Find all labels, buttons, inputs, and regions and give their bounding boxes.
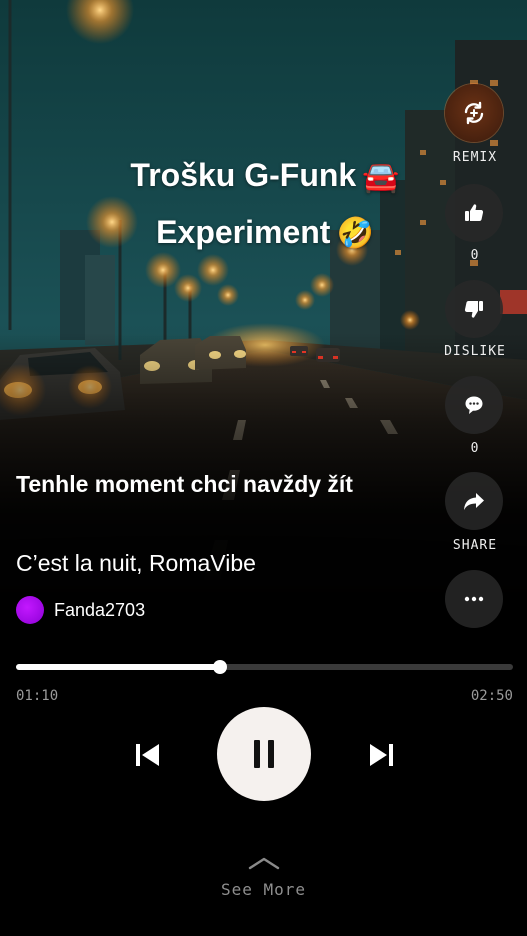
thumbs-down-icon	[464, 301, 483, 318]
remix-icon	[464, 101, 484, 125]
laughing-emoji-icon: 🤣	[336, 217, 374, 251]
progress-handle[interactable]	[212, 660, 227, 674]
song-title-overlay: Trošku G-Funk 🚘 Experiment 🤣	[60, 148, 470, 261]
track-title[interactable]: Tenhle moment chci navždy žít	[16, 469, 376, 500]
pause-icon	[254, 740, 274, 768]
remix-label: REMIX	[452, 150, 498, 165]
more-dots-icon	[464, 596, 484, 602]
see-more-button[interactable]: See More	[0, 880, 527, 899]
avatar	[16, 596, 44, 624]
progress-bar[interactable]	[16, 660, 513, 674]
like-button[interactable]	[445, 184, 503, 242]
artist-names[interactable]: C’est la nuit, RomaVibe	[16, 550, 256, 577]
previous-button[interactable]	[128, 735, 168, 775]
title-line-2: Experiment	[156, 213, 331, 250]
skip-previous-icon	[136, 744, 159, 766]
dislike-button[interactable]	[445, 280, 503, 338]
thumbs-up-icon	[465, 204, 484, 221]
share-button[interactable]	[445, 472, 503, 530]
total-duration: 02:50	[470, 688, 513, 704]
see-more-chevron-up-icon[interactable]	[0, 856, 527, 875]
comment-icon	[465, 396, 483, 414]
play-pause-button[interactable]	[217, 707, 311, 801]
progress-fill	[16, 664, 220, 670]
uploader[interactable]: Fanda2703	[16, 596, 145, 624]
uploader-name: Fanda2703	[54, 599, 146, 620]
title-line-1: Trošku G-Funk	[130, 157, 357, 193]
comment-count: 0	[470, 441, 480, 456]
car-emoji-icon: 🚘	[362, 160, 400, 194]
share-label: SHARE	[452, 538, 498, 553]
remix-button[interactable]	[445, 84, 503, 142]
share-arrow-icon	[464, 493, 484, 510]
dislike-label: DISLIKE	[444, 344, 506, 359]
more-options-button[interactable]	[445, 570, 503, 628]
player-screen: Trošku G-Funk 🚘 Experiment 🤣 REMIX 0 DIS…	[0, 0, 527, 936]
like-count: 0	[470, 248, 480, 263]
comment-button[interactable]	[445, 376, 503, 434]
next-button[interactable]	[361, 735, 401, 775]
skip-next-icon	[370, 744, 393, 766]
elapsed-time: 01:10	[16, 688, 59, 704]
